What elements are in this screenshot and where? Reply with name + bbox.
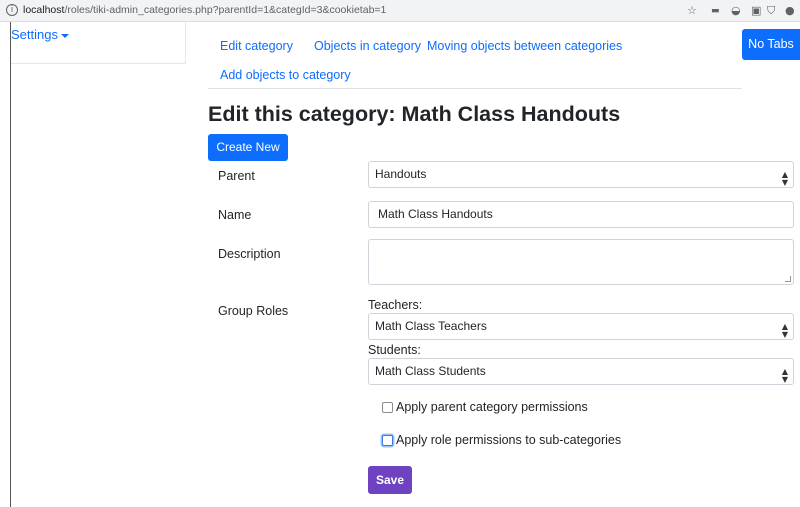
- save-button[interactable]: Save: [368, 466, 412, 494]
- tab-edit-category[interactable]: Edit category: [220, 39, 293, 53]
- extension-color-icon[interactable]: ●: [785, 4, 795, 18]
- title-prefix: Edit this category:: [208, 102, 402, 126]
- group-roles-label: Group Roles: [218, 304, 289, 318]
- description-label: Description: [218, 247, 281, 261]
- teachers-selected-value: Math Class Teachers: [375, 319, 487, 333]
- students-label: Students:: [368, 343, 421, 357]
- extension-box-icon[interactable]: ▬: [711, 4, 720, 18]
- teachers-select[interactable]: Math Class Teachers ▲ ▼: [368, 313, 794, 340]
- resize-handle-icon[interactable]: [785, 276, 791, 282]
- tab-moving-objects[interactable]: Moving objects between categories: [427, 39, 622, 53]
- url-text[interactable]: localhost/roles/tiki-admin_categories.ph…: [23, 4, 386, 16]
- parent-selected-value: Handouts: [375, 167, 427, 181]
- description-textarea[interactable]: [368, 239, 794, 285]
- apply-role-permissions-checkbox[interactable]: [382, 435, 393, 446]
- title-category-name: Math Class Handouts: [401, 102, 621, 126]
- apply-parent-permissions-label: Apply parent category permissions: [396, 400, 588, 414]
- tab-add-objects[interactable]: Add objects to category: [220, 68, 351, 82]
- parent-select[interactable]: Handouts ▲ ▼: [368, 161, 794, 188]
- select-arrows-icon: ▲ ▼: [781, 367, 788, 384]
- info-icon[interactable]: i: [6, 4, 18, 16]
- shield-icon[interactable]: ⛉: [767, 4, 775, 18]
- settings-dropdown[interactable]: Settings: [11, 27, 69, 42]
- tab-objects-in-category[interactable]: Objects in category: [314, 39, 421, 53]
- apply-role-permissions-label: Apply role permissions to sub-categories: [396, 433, 622, 447]
- apply-parent-permissions-row[interactable]: Apply parent category permissions: [382, 400, 588, 414]
- parent-label: Parent: [218, 169, 255, 183]
- url-host: localhost: [23, 4, 65, 16]
- teachers-label: Teachers:: [368, 298, 423, 312]
- tab-separator: [208, 88, 742, 89]
- apply-parent-permissions-checkbox[interactable]: [382, 402, 393, 413]
- settings-panel: Settings: [11, 22, 186, 64]
- caret-down-icon: [60, 33, 69, 38]
- students-select[interactable]: Math Class Students ▲ ▼: [368, 358, 794, 385]
- page-title: Edit this category: Math Class Handouts: [208, 102, 620, 127]
- star-icon[interactable]: ☆: [687, 4, 697, 18]
- select-arrows-icon: ▲ ▼: [781, 170, 788, 187]
- name-input[interactable]: Math Class Handouts: [368, 201, 794, 228]
- page-left-border: [10, 22, 11, 507]
- students-selected-value: Math Class Students: [375, 364, 486, 378]
- browser-address-bar[interactable]: i localhost/roles/tiki-admin_categories.…: [0, 0, 800, 22]
- apply-role-permissions-row[interactable]: Apply role permissions to sub-categories: [382, 433, 621, 447]
- no-tabs-button[interactable]: No Tabs: [742, 29, 800, 60]
- settings-label: Settings: [11, 27, 58, 42]
- name-label: Name: [218, 208, 252, 222]
- url-path: /roles/tiki-admin_categories.php?parentI…: [64, 4, 387, 16]
- create-new-button[interactable]: Create New: [208, 134, 288, 161]
- extension-circle-icon[interactable]: ◒: [731, 4, 741, 18]
- extension-card-icon[interactable]: ▣: [751, 4, 761, 18]
- select-arrows-icon: ▲ ▼: [781, 322, 788, 339]
